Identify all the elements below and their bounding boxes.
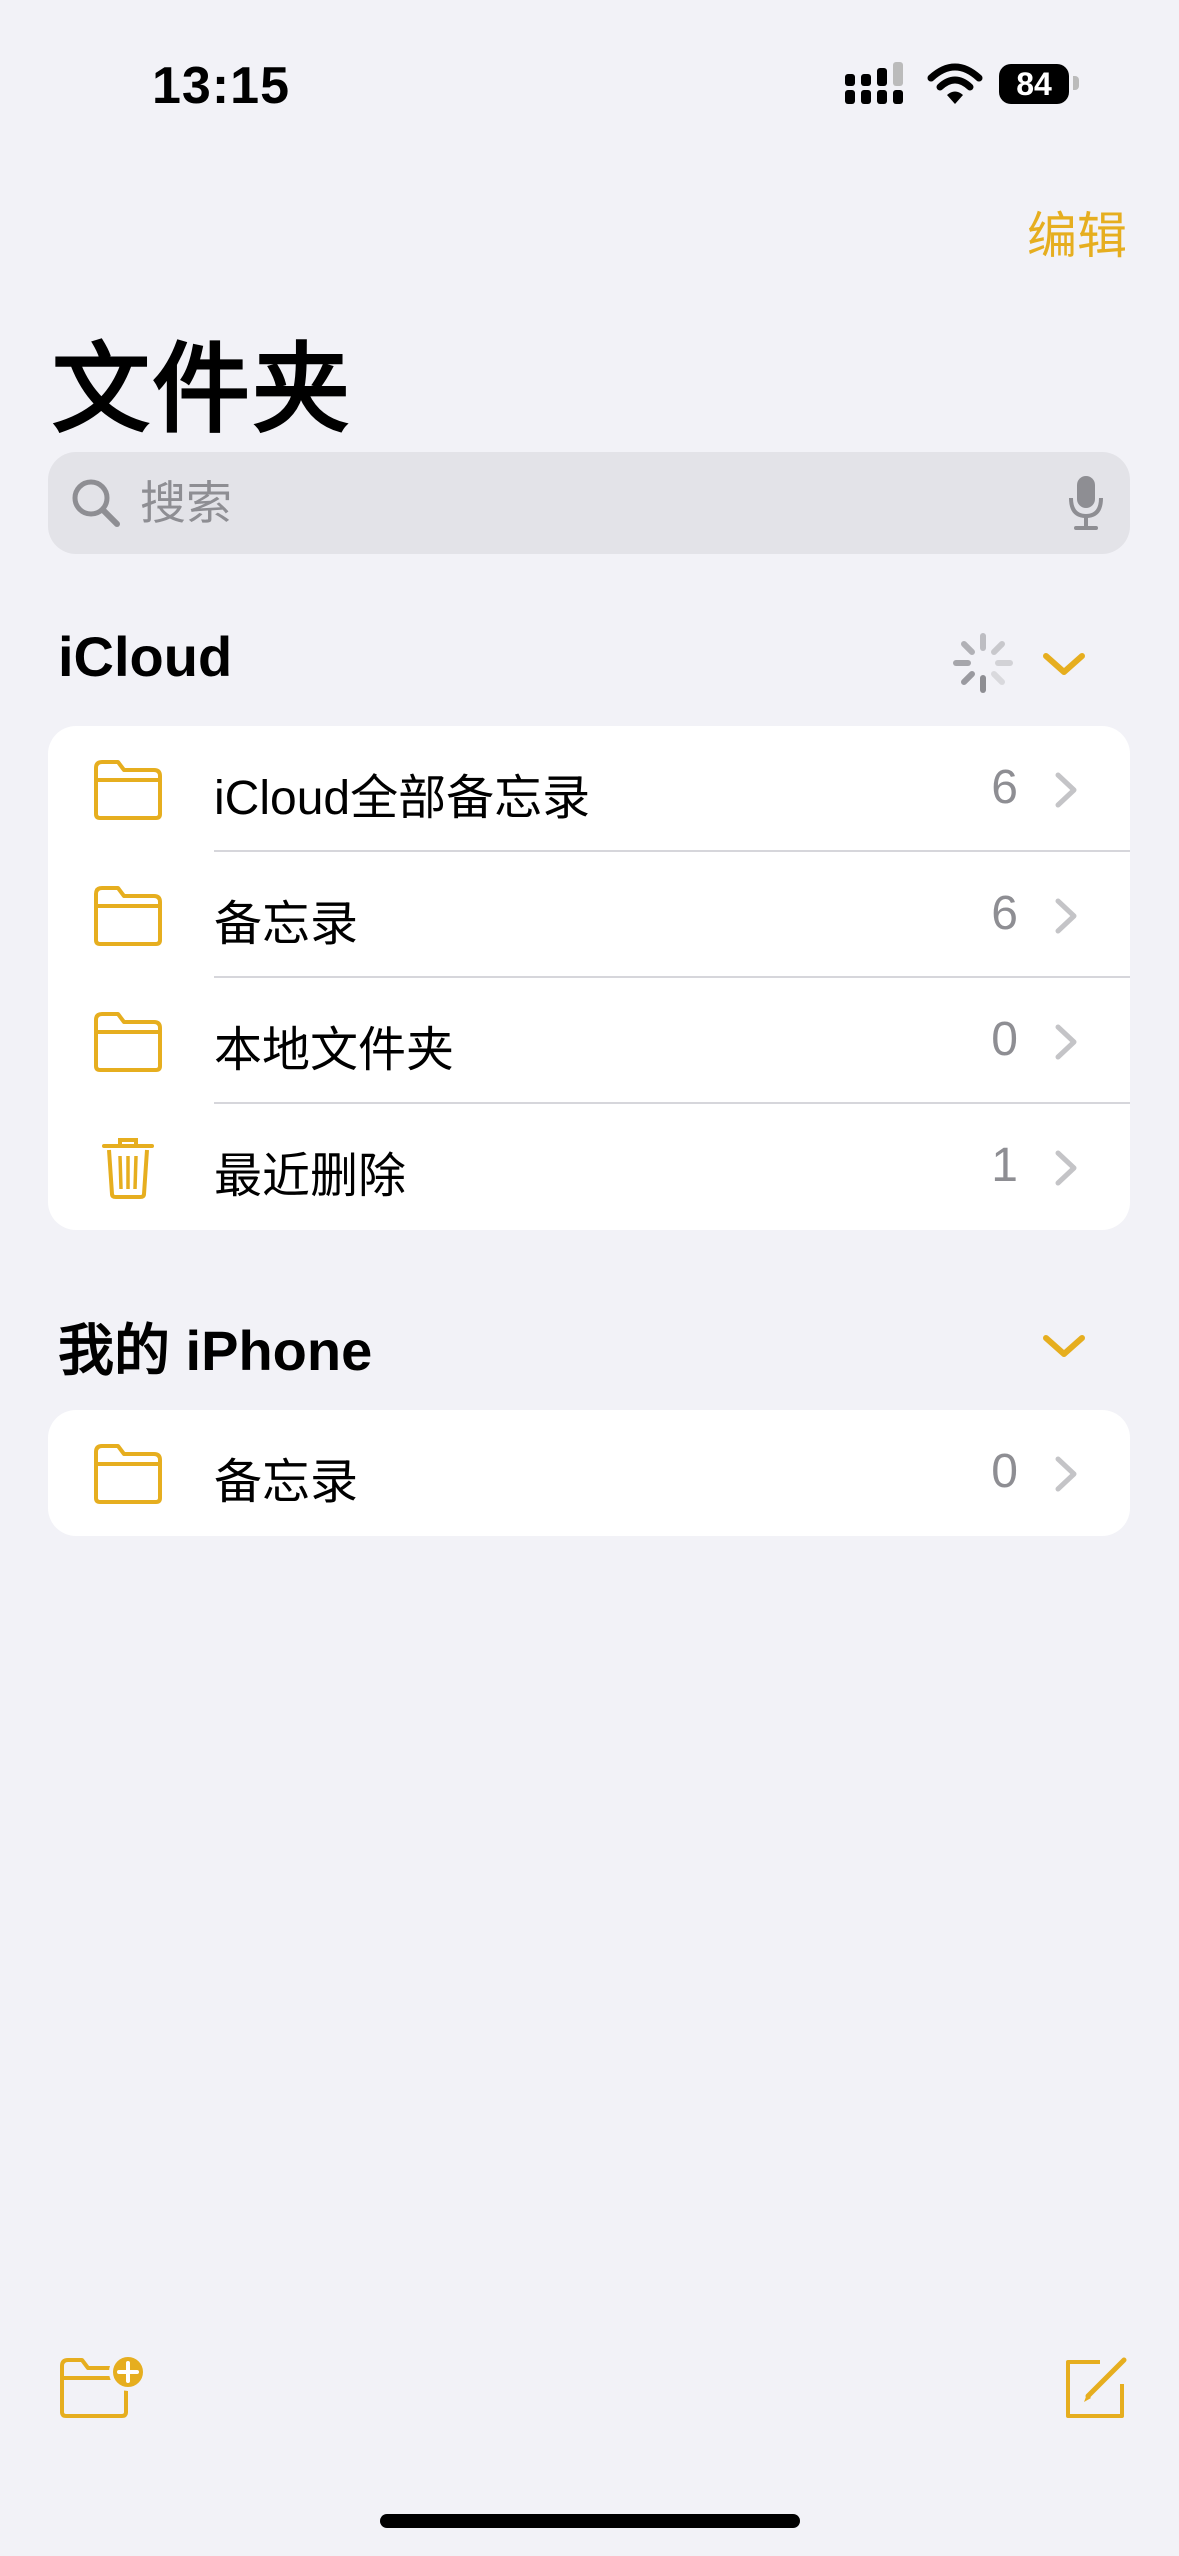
status-time: 13:15	[152, 57, 290, 115]
folder-row-notes[interactable]: 备忘录 6	[48, 852, 1130, 978]
status-indicators: 84	[845, 62, 1085, 112]
page-title: 文件夹	[52, 334, 353, 444]
chevron-right-icon	[1055, 1456, 1077, 1492]
folder-label: 备忘录	[214, 1456, 359, 1509]
chevron-down-icon[interactable]	[1034, 634, 1094, 694]
wifi-icon	[927, 63, 983, 104]
home-indicator	[380, 2514, 800, 2528]
chevron-right-icon	[1055, 772, 1077, 808]
section-title-icloud: iCloud	[58, 625, 233, 688]
edit-button[interactable]: 编辑	[1027, 196, 1127, 268]
folder-label: 本地文件夹	[214, 1024, 455, 1077]
battery-icon: 84	[999, 64, 1069, 104]
folder-icon	[94, 1444, 162, 1504]
new-folder-icon[interactable]	[58, 2352, 148, 2424]
iphone-folder-list: 备忘录 0	[48, 1410, 1130, 1536]
section-title-my-iphone: 我的 iPhone	[58, 1319, 373, 1382]
chevron-down-icon[interactable]	[1034, 1316, 1094, 1376]
trash-icon	[102, 1138, 154, 1199]
folder-count: 6	[991, 887, 1018, 940]
folder-row-iphone-notes[interactable]: 备忘录 0	[48, 1410, 1130, 1536]
battery-level: 84	[1016, 65, 1052, 102]
folder-icon	[94, 760, 162, 820]
folder-row-recently-deleted[interactable]: 最近删除 1	[48, 1104, 1130, 1230]
chevron-right-icon	[1055, 1150, 1077, 1186]
microphone-icon[interactable]	[1068, 474, 1104, 532]
chevron-right-icon	[1055, 898, 1077, 934]
folder-count: 1	[991, 1139, 1018, 1192]
search-input[interactable]	[138, 470, 1042, 536]
folder-label: 最近删除	[214, 1150, 407, 1203]
chevron-right-icon	[1055, 1024, 1077, 1060]
folder-row-icloud-all-notes[interactable]: iCloud全部备忘录 6	[48, 726, 1130, 852]
folder-icon	[94, 886, 162, 946]
search-bar[interactable]	[48, 452, 1130, 554]
folder-icon	[94, 1012, 162, 1072]
folder-count: 0	[991, 1013, 1018, 1066]
loading-spinner-icon	[953, 633, 1013, 693]
battery-cap	[1073, 76, 1079, 90]
compose-icon[interactable]	[1060, 2352, 1132, 2424]
folder-label: 备忘录	[214, 898, 359, 951]
icloud-folder-list: iCloud全部备忘录 6 备忘录 6 本地文件夹 0 最近删除 1	[48, 726, 1130, 1230]
folder-label: iCloud全部备忘录	[214, 772, 591, 825]
search-icon	[72, 479, 120, 527]
cellular-signal-icon	[845, 62, 903, 104]
folder-count: 0	[991, 1445, 1018, 1498]
folder-row-local-folder[interactable]: 本地文件夹 0	[48, 978, 1130, 1104]
folder-count: 6	[991, 761, 1018, 814]
